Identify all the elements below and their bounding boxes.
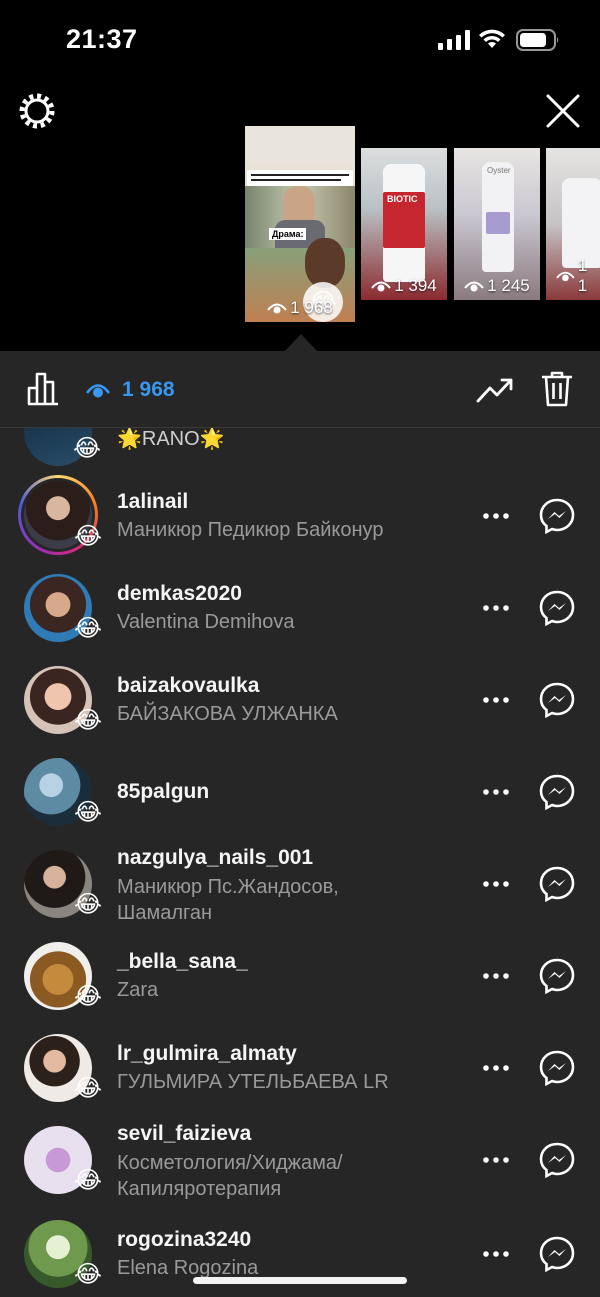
messenger-icon[interactable] [539, 958, 575, 994]
list-item[interactable]: 😂 _bella_sana_ Zara [0, 936, 600, 1028]
messenger-icon[interactable] [539, 866, 575, 902]
messenger-icon[interactable] [539, 774, 575, 810]
username[interactable]: rogozina3240 [117, 1228, 251, 1252]
full-name: Косметология/Хиджама/ Капиляротерапия [117, 1152, 343, 1200]
full-name: Маникюр Пс.Жандосов, Шамалган [117, 876, 339, 924]
eye-icon [556, 271, 575, 282]
more-icon[interactable] [482, 1064, 510, 1072]
reaction-emoji: 😂 [73, 1261, 103, 1288]
thumbnail-views: 1 968 [245, 298, 355, 318]
selected-pointer [284, 334, 318, 352]
reaction-emoji: 😂 [73, 615, 103, 642]
username[interactable]: _bella_sana_ [117, 950, 248, 974]
reaction-emoji: 😂 [73, 1167, 103, 1194]
full-name: 🌟RANO🌟 [117, 428, 225, 450]
eye-icon [267, 303, 287, 314]
messenger-icon[interactable] [539, 1050, 575, 1086]
more-icon[interactable] [482, 1156, 510, 1164]
more-icon[interactable] [482, 972, 510, 980]
story-thumbnail-selected[interactable]: Драма: 😂 1 968 [245, 126, 355, 322]
messenger-icon[interactable] [539, 1142, 575, 1178]
list-item[interactable]: 😂 lr_gulmira_almaty ГУЛЬМИРА УТЕЛЬБАЕВА … [0, 1028, 600, 1120]
thumbnail-views: 1 245 [454, 276, 540, 296]
reaction-emoji: 😂 [73, 983, 103, 1010]
reaction-emoji: 😂 [73, 891, 103, 918]
messenger-icon[interactable] [539, 498, 575, 534]
view-count: 1 968 [122, 378, 175, 401]
product-label: BIOTIC [387, 194, 418, 204]
list-item[interactable]: 😂 1alinail Маникюр Педикюр Байконур [0, 474, 600, 566]
full-name: Маникюр Педикюр Байконур [117, 519, 384, 541]
thumbnail-views: 1 1 [546, 256, 600, 296]
status-time: 21:37 [66, 24, 138, 54]
trending-icon[interactable] [476, 375, 514, 405]
full-name: Zara [117, 979, 159, 1001]
full-name: Valentina Demihova [117, 611, 295, 633]
thumbnail-caption [247, 170, 353, 186]
more-icon[interactable] [482, 880, 510, 888]
messenger-icon[interactable] [539, 1236, 575, 1272]
list-item[interactable]: 😂 demkas2020 Valentina Demihova [0, 568, 600, 660]
messenger-icon[interactable] [539, 682, 575, 718]
battery-icon [516, 29, 559, 51]
story-thumbnail[interactable]: Oyster 1 245 [454, 148, 540, 300]
story-thumbnail[interactable]: 1 1 [546, 148, 600, 300]
reaction-emoji: 😂 [73, 707, 103, 734]
username[interactable]: 1alinail [117, 490, 188, 514]
username[interactable]: nazgulya_nails_001 [117, 846, 313, 870]
username[interactable]: demkas2020 [117, 582, 242, 606]
messenger-icon[interactable] [539, 590, 575, 626]
viewers-tab[interactable]: 1 968 [86, 378, 175, 402]
gear-icon[interactable] [18, 92, 56, 130]
list-item[interactable]: 😂 nazgulya_nails_001 Маникюр Пс.Жандосов… [0, 844, 600, 944]
eye-icon [86, 384, 110, 398]
trash-icon[interactable] [540, 370, 574, 408]
eye-icon [464, 281, 484, 292]
insights-icon[interactable] [26, 372, 60, 406]
full-name: ГУЛЬМИРА УТЕЛЬБАЕВА LR [117, 1071, 389, 1093]
thumbnail-sub-label: Драма: [269, 228, 307, 240]
reaction-emoji: 😂 [73, 799, 103, 826]
wifi-icon [479, 29, 505, 48]
list-item[interactable]: 😂 85palgun [0, 752, 600, 844]
username[interactable]: baizakovaulka [117, 674, 259, 698]
more-icon[interactable] [482, 512, 510, 520]
thumbnail-views: 1 394 [361, 276, 447, 296]
eye-icon [371, 281, 391, 292]
thumbnail-header [245, 126, 355, 166]
list-item[interactable]: 😂 baizakovaulka БАЙЗАКОВА УЛЖАНКА [0, 660, 600, 752]
viewers-list: 😂 🌟RANO🌟 😂 1alinail Маникюр Педикюр Байк… [0, 428, 600, 1297]
reaction-emoji: 😂 [73, 523, 103, 550]
status-bar: 21:37 [0, 0, 600, 80]
full-name: БАЙЗАКОВА УЛЖАНКА [117, 703, 338, 725]
more-icon[interactable] [482, 696, 510, 704]
home-indicator[interactable] [193, 1277, 407, 1284]
username[interactable]: 85palgun [117, 780, 209, 804]
product-label: Oyster [487, 166, 511, 175]
username[interactable]: sevil_faizieva [117, 1122, 251, 1146]
more-icon[interactable] [482, 788, 510, 796]
close-icon[interactable] [544, 92, 582, 130]
cellular-signal-icon [438, 30, 470, 50]
reaction-emoji: 😂 [72, 435, 102, 462]
story-thumbnail[interactable]: BIOTIC 1 394 [361, 148, 447, 300]
list-item[interactable]: 😂 sevil_faizieva Косметология/Хиджама/ К… [0, 1120, 600, 1220]
username[interactable]: lr_gulmira_almaty [117, 1042, 297, 1066]
more-icon[interactable] [482, 604, 510, 612]
more-icon[interactable] [482, 1250, 510, 1258]
list-item[interactable]: 😂 rogozina3240 Elena Rogozina [0, 1214, 600, 1297]
reaction-emoji: 😂 [73, 1075, 103, 1102]
